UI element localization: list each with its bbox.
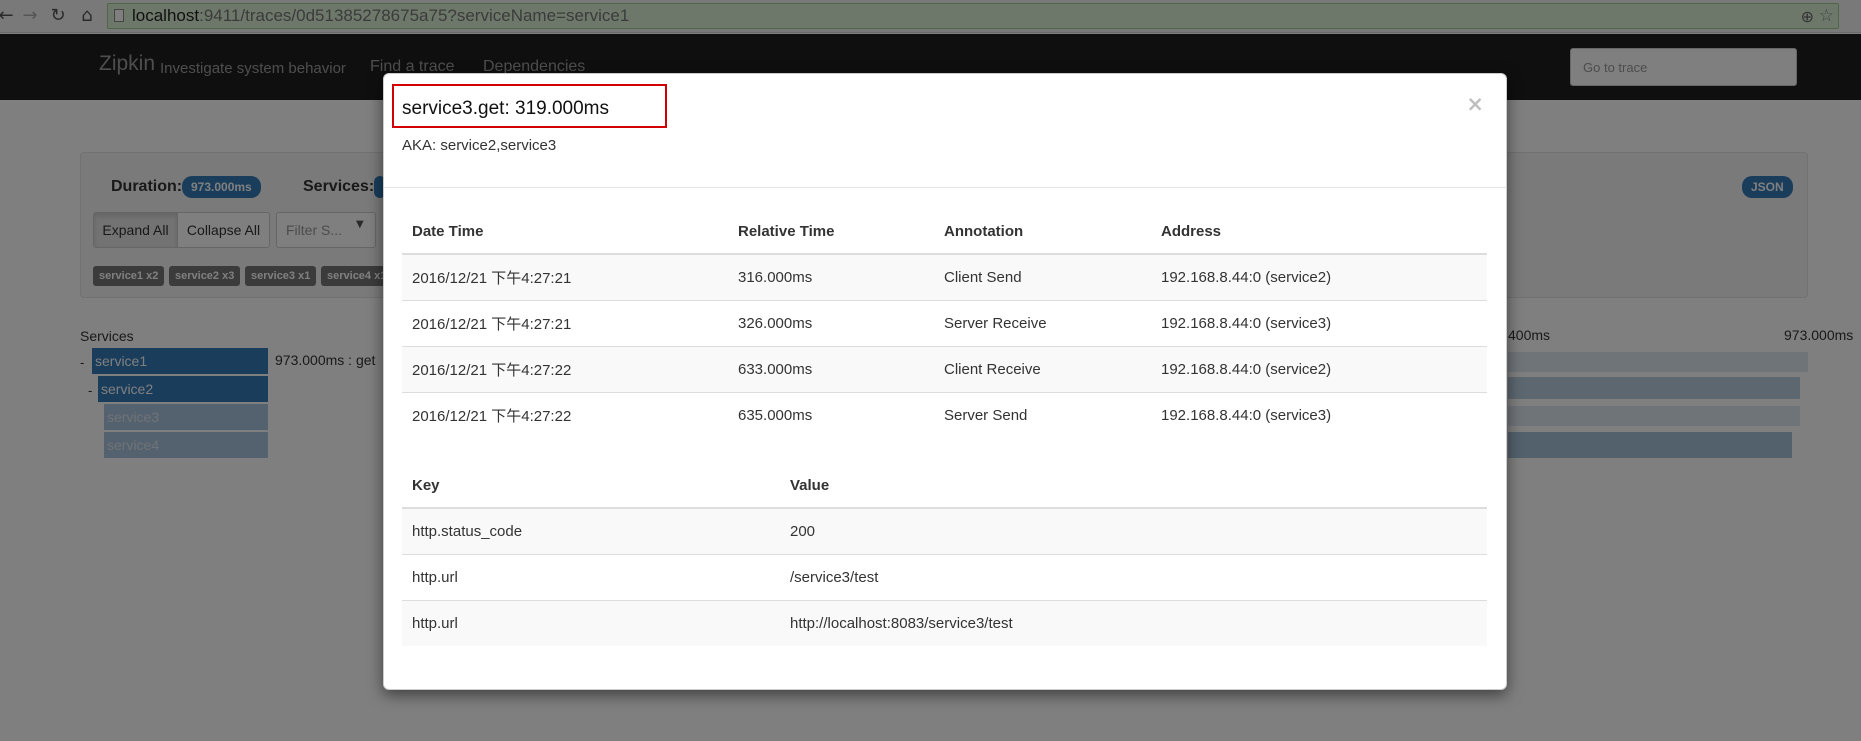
table-row: 2016/12/21 下午4:27:22 635.000ms Server Se… <box>402 391 1487 438</box>
relative-time-cell: 635.000ms <box>728 391 934 438</box>
annotation-cell: Client Send <box>934 253 1151 300</box>
date-time-cell: 2016/12/21 下午4:27:21 <box>402 299 728 346</box>
close-icon[interactable]: × <box>1466 92 1484 116</box>
modal-aka: AKA: service2,service3 <box>402 137 557 154</box>
tag-value-cell: http://localhost:8083/service3/test <box>780 599 1487 646</box>
address-cell: 192.168.8.44:0 (service3) <box>1151 299 1487 346</box>
date-time-cell: 2016/12/21 下午4:27:21 <box>402 253 728 300</box>
table-row: 2016/12/21 下午4:27:22 633.000ms Client Re… <box>402 345 1487 392</box>
annotation-cell: Server Receive <box>934 299 1151 346</box>
tag-key-cell: http.url <box>402 553 780 600</box>
annotation-cell: Server Send <box>934 391 1151 438</box>
table-row: 2016/12/21 下午4:27:21 326.000ms Server Re… <box>402 299 1487 346</box>
relative-time-cell: 326.000ms <box>728 299 934 346</box>
address-cell: 192.168.8.44:0 (service3) <box>1151 391 1487 438</box>
column-header: Annotation <box>934 210 1151 255</box>
tags-table: Key Value http.status_code 200 http.url … <box>402 464 1487 646</box>
relative-time-cell: 633.000ms <box>728 345 934 392</box>
table-header-row: Key Value <box>402 464 1487 509</box>
modal-title: service3.get: 319.000ms <box>402 98 610 119</box>
tag-key-cell: http.url <box>402 599 780 646</box>
table-row: http.status_code 200 <box>402 507 1487 554</box>
column-header: Value <box>780 464 1487 509</box>
table-row: http.url http://localhost:8083/service3/… <box>402 599 1487 646</box>
column-header: Key <box>402 464 780 509</box>
annotation-cell: Client Receive <box>934 345 1151 392</box>
date-time-cell: 2016/12/21 下午4:27:22 <box>402 345 728 392</box>
tag-key-cell: http.status_code <box>402 507 780 554</box>
span-detail-modal: × service3.get: 319.000ms AKA: service2,… <box>383 73 1507 690</box>
table-row: http.url /service3/test <box>402 553 1487 600</box>
divider <box>384 187 1506 188</box>
tag-value-cell: 200 <box>780 507 1487 554</box>
date-time-cell: 2016/12/21 下午4:27:22 <box>402 391 728 438</box>
column-header: Address <box>1151 210 1487 255</box>
column-header: Relative Time <box>728 210 934 255</box>
tag-value-cell: /service3/test <box>780 553 1487 600</box>
table-row: 2016/12/21 下午4:27:21 316.000ms Client Se… <box>402 253 1487 300</box>
annotations-table: Date Time Relative Time Annotation Addre… <box>402 210 1487 438</box>
column-header: Date Time <box>402 210 728 255</box>
relative-time-cell: 316.000ms <box>728 253 934 300</box>
address-cell: 192.168.8.44:0 (service2) <box>1151 345 1487 392</box>
address-cell: 192.168.8.44:0 (service2) <box>1151 253 1487 300</box>
table-header-row: Date Time Relative Time Annotation Addre… <box>402 210 1487 255</box>
